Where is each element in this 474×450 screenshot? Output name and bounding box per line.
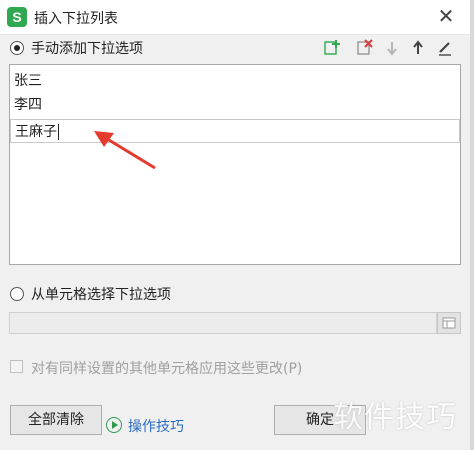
clear-all-button[interactable]: 全部清除 [10, 405, 102, 435]
play-circle-icon[interactable] [106, 417, 122, 433]
range-select-button [437, 312, 461, 334]
range-select-icon [442, 317, 456, 329]
cell-option-radio[interactable] [10, 287, 24, 301]
tips-link[interactable]: 操作技巧 [128, 416, 184, 436]
cell-range-input [9, 312, 437, 334]
annotation-arrow [94, 131, 156, 170]
cell-option-label[interactable]: 从单元格选择下拉选项 [31, 284, 171, 304]
window-edge [470, 0, 474, 450]
apply-to-similar-checkbox [10, 360, 23, 373]
watermark-text: 软件技巧 [333, 400, 457, 435]
apply-to-similar-label: 对有同样设置的其他单元格应用这些更改(P) [31, 361, 303, 377]
